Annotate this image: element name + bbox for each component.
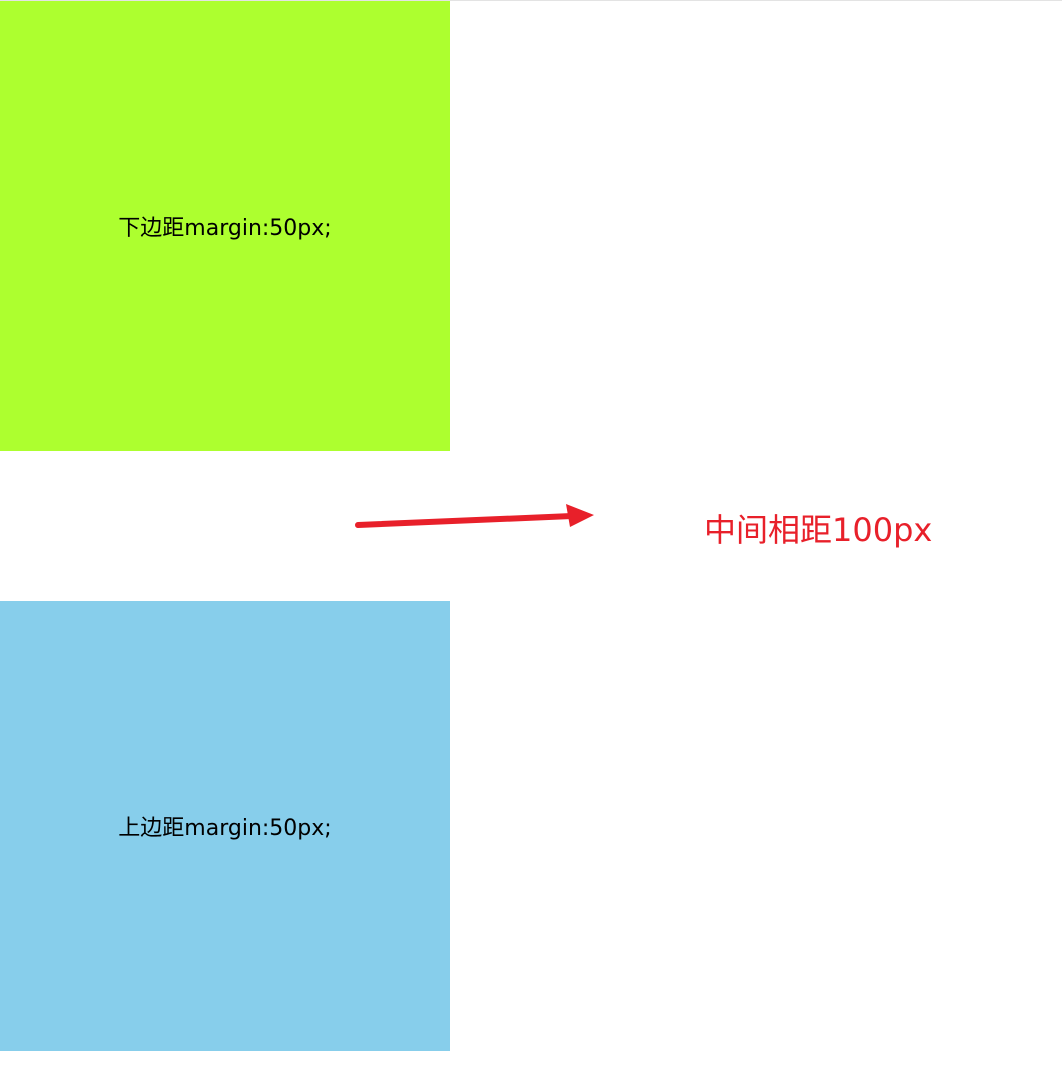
top-box: 下边距margin:50px; — [0, 1, 450, 451]
right-arrow-icon — [355, 504, 594, 528]
bottom-box-label: 上边距margin:50px; — [118, 816, 332, 841]
top-box-label: 下边距margin:50px; — [118, 216, 332, 241]
gap-annotation-text: 中间相距100px — [704, 511, 933, 549]
arrow-shaft — [355, 513, 575, 528]
arrow-head — [566, 504, 594, 527]
bottom-box: 上边距margin:50px; — [0, 601, 450, 1051]
